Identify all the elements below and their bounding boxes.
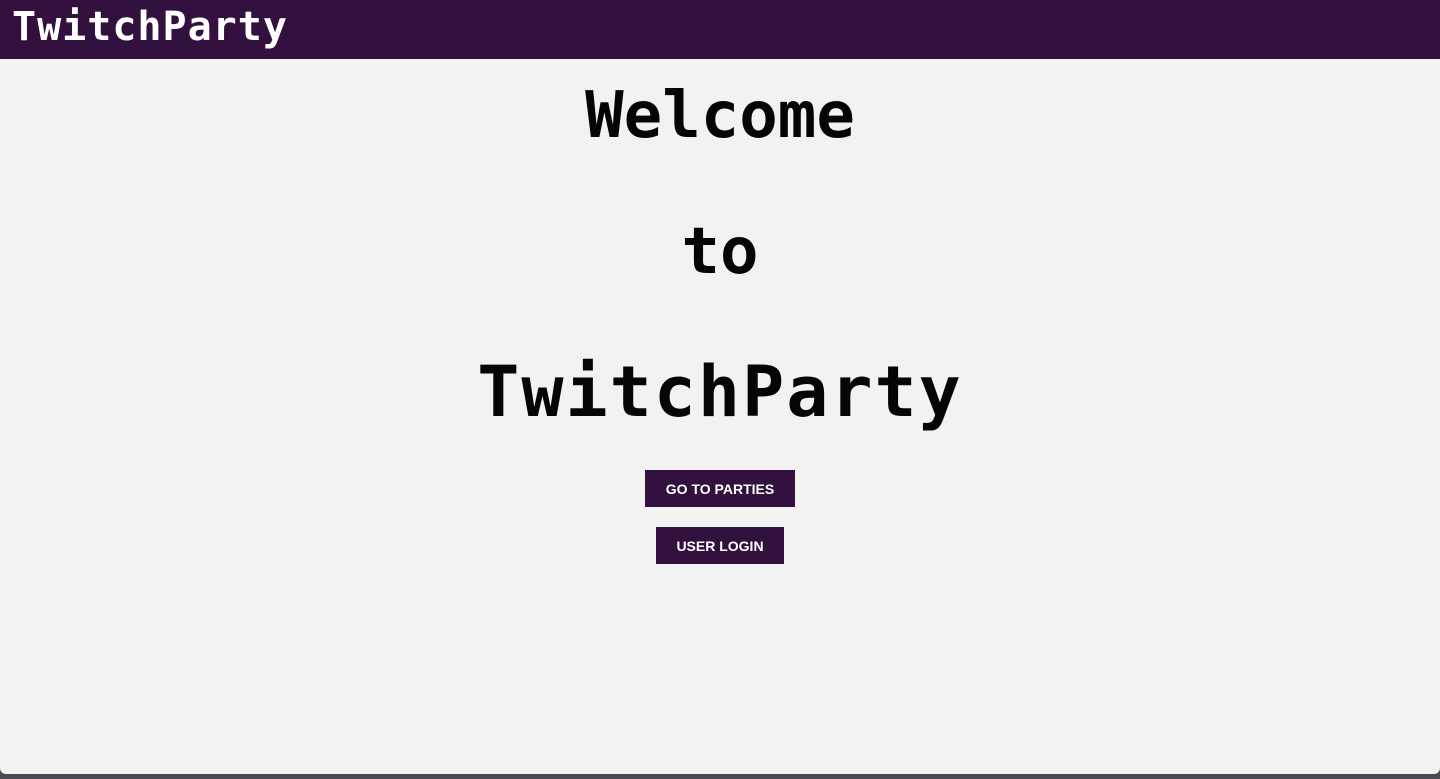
user-login-button[interactable]: USER LOGIN [656, 527, 784, 564]
hero-line-app-name: TwitchParty [477, 351, 963, 433]
go-to-parties-button[interactable]: GO TO PARTIES [645, 470, 795, 507]
top-navbar: TwitchParty [0, 0, 1440, 59]
hero-line-welcome: Welcome [585, 79, 855, 153]
hero-line-to: to [681, 215, 759, 289]
app-window: TwitchParty Welcome to TwitchParty GO TO… [0, 0, 1440, 774]
brand-logo-link[interactable]: TwitchParty [12, 4, 288, 50]
